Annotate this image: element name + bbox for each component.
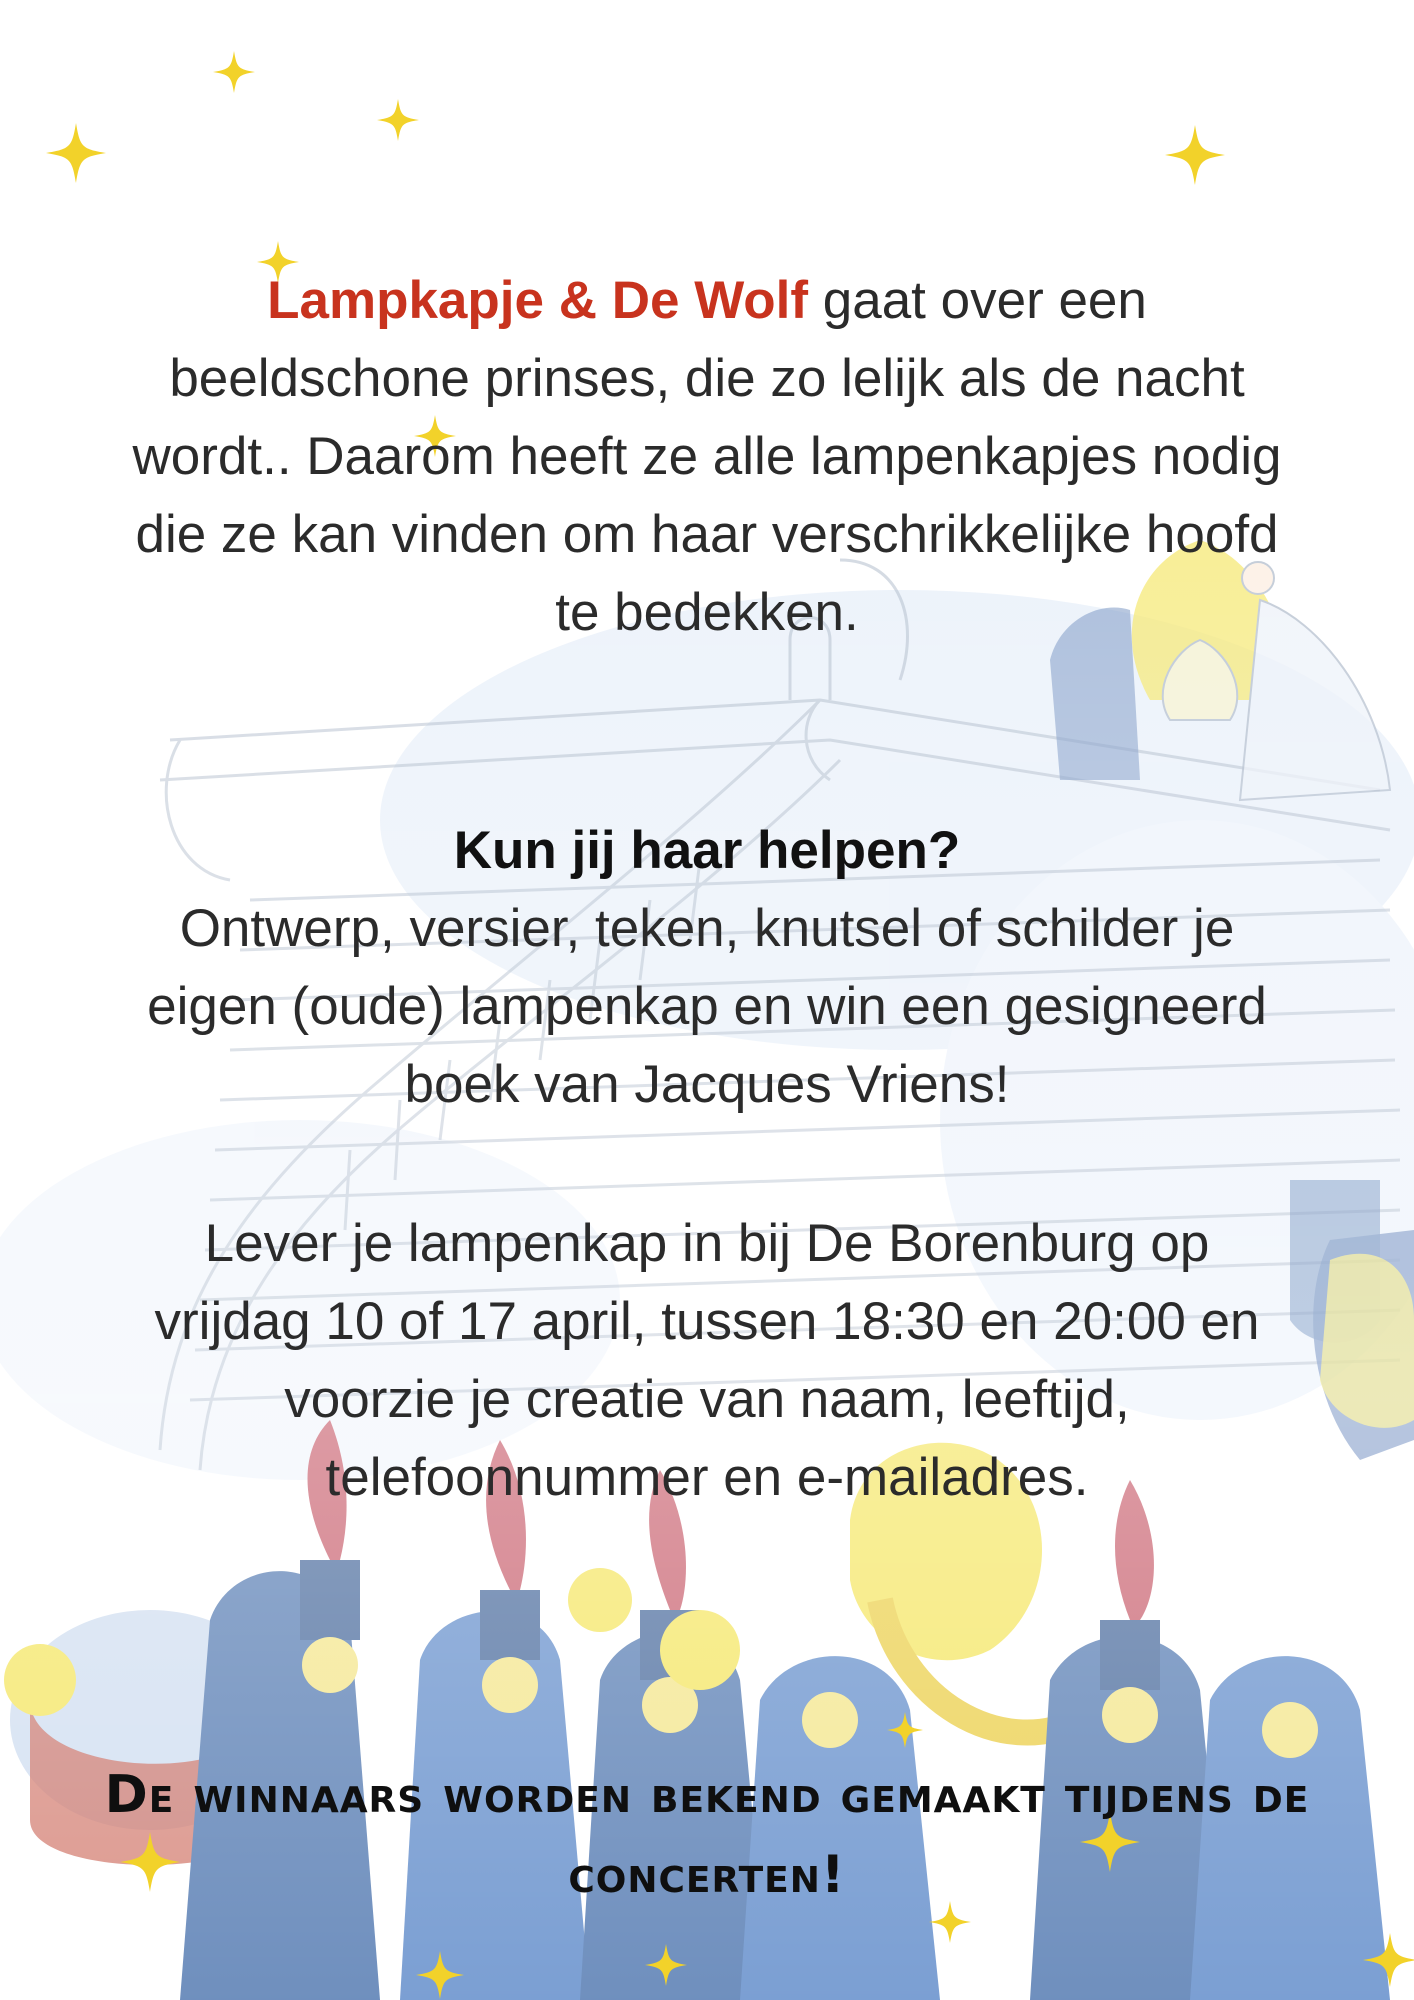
question-paragraph: Kun jij haar helpen? Ontwerp, versier, t… (120, 812, 1294, 1124)
star-icon (1165, 125, 1225, 185)
flyer-page: Lampkapje & De Wolf gaat over een beelds… (0, 0, 1414, 2000)
intro-paragraph: Lampkapje & De Wolf gaat over een beelds… (120, 262, 1294, 652)
star-icon (645, 1944, 687, 1986)
star-icon (416, 1951, 464, 1999)
winners-announcement: De winnaars worden bekend gemaakt tijden… (100, 1755, 1314, 1915)
star-icon (377, 99, 419, 141)
winners-text: De winnaars worden bekend gemaakt tijden… (104, 1765, 1310, 1905)
question-heading: Kun jij haar helpen? (453, 821, 961, 880)
star-icon (46, 123, 106, 183)
delivery-text: Lever je lampenkap in bij De Borenburg o… (154, 1214, 1260, 1507)
star-icon (1363, 1933, 1414, 1987)
star-icon (213, 51, 255, 93)
star-icon (887, 1712, 923, 1748)
delivery-paragraph: Lever je lampenkap in bij De Borenburg o… (120, 1205, 1294, 1517)
story-title: Lampkapje & De Wolf (267, 271, 809, 330)
question-text: Ontwerp, versier, teken, knutsel of schi… (147, 899, 1267, 1114)
